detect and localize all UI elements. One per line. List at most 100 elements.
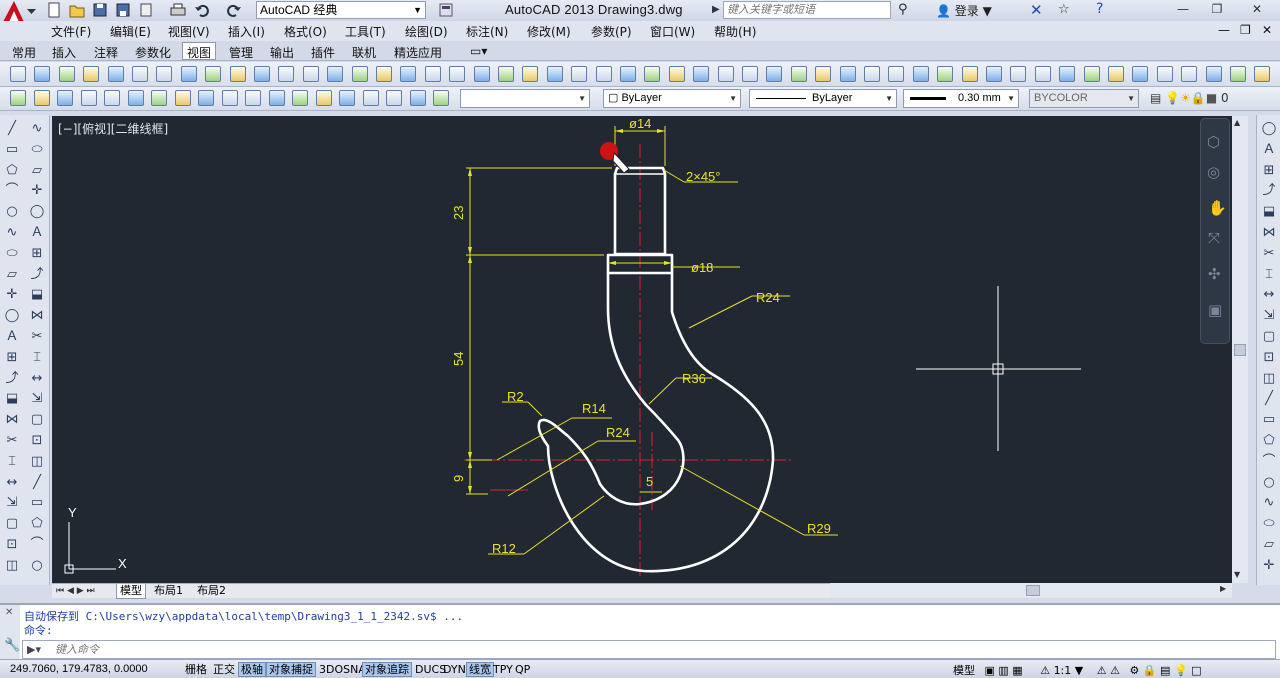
menu-insert[interactable]: 插入(I) <box>228 23 265 40</box>
zoom-tool-icon[interactable] <box>742 66 758 82</box>
modify-tool-16-icon[interactable]: ⊡ <box>29 433 45 449</box>
draw-tool-17-icon[interactable]: ⌶ <box>4 454 20 470</box>
color-dropdown[interactable]: ▢ ByLayer ▼ <box>603 89 741 108</box>
menu-format[interactable]: 格式(O) <box>284 23 327 40</box>
toggle-7[interactable]: DYN <box>440 662 469 677</box>
view-tool-icon[interactable] <box>547 66 563 82</box>
render-tool-icon[interactable] <box>596 66 612 82</box>
3d-pan-icon[interactable] <box>34 90 50 106</box>
plotstyle-dropdown[interactable]: BYCOLOR ▼ <box>1029 89 1139 108</box>
lineweight-dropdown[interactable]: 0.30 mm ▼ <box>903 89 1019 108</box>
modify-tool-19-icon[interactable]: ▭ <box>29 495 45 511</box>
3d-shade-icon[interactable] <box>363 90 379 106</box>
layer-tool-icon[interactable] <box>181 66 197 82</box>
workspace-switch-icon[interactable]: ⚙ <box>1129 664 1139 677</box>
draw-tool-1-icon[interactable]: ╱ <box>4 121 20 137</box>
pan-tool-icon[interactable] <box>34 66 50 82</box>
object-tool-icon[interactable] <box>1132 66 1148 82</box>
visual-style-tool-icon[interactable] <box>1059 66 1075 82</box>
minimize-icon[interactable]: — <box>1166 0 1200 20</box>
pan-tool-icon[interactable] <box>1010 66 1026 82</box>
zoom-tool-icon[interactable] <box>10 66 26 82</box>
horizontal-scrollbar[interactable]: ▶ <box>830 583 1232 598</box>
toggle-2[interactable]: 极轴 <box>238 662 266 677</box>
open-file-icon[interactable] <box>69 2 86 18</box>
dimension-tool-14-icon[interactable]: ╱ <box>1261 391 1277 407</box>
new-file-icon[interactable] <box>46 2 63 18</box>
tab-parametric[interactable]: 参数化 <box>135 44 171 61</box>
layer-tools[interactable]: ▤ 💡☀🔒■ 0 <box>1150 91 1229 105</box>
3d-shade-icon[interactable] <box>128 90 144 106</box>
3d-layer-icon[interactable] <box>410 90 426 106</box>
pan-tool-icon[interactable] <box>522 66 538 82</box>
3d-view-icon[interactable] <box>57 90 73 106</box>
shade-tool-icon[interactable] <box>864 66 880 82</box>
tool-tool-icon[interactable] <box>449 66 465 82</box>
modify-tool-18-icon[interactable]: ╱ <box>29 475 45 491</box>
dimension-tool-5-icon[interactable]: ⬓ <box>1261 204 1277 220</box>
toggle-5[interactable]: 对象追踪 <box>362 662 412 677</box>
modify-tool-5-icon[interactable]: ◯ <box>29 204 45 220</box>
view-cube-icon[interactable]: ⬡ <box>1207 133 1220 151</box>
tool-tool-icon[interactable] <box>693 66 709 82</box>
redo-icon[interactable] <box>226 2 243 18</box>
zoom-extents-icon[interactable]: ⤧ <box>1208 229 1220 247</box>
modify-tool-1-icon[interactable]: ∿ <box>29 121 45 137</box>
modify-tool-17-icon[interactable]: ◫ <box>29 454 45 470</box>
toggle-10[interactable]: QP <box>512 662 533 677</box>
binoculars-icon[interactable]: ⚲ <box>898 2 908 17</box>
annotation-visibility-icon[interactable]: ⚠ ⚠ <box>1097 664 1120 677</box>
modify-tool-8-icon[interactable]: ⤴ <box>29 267 45 283</box>
visual-style-tool-icon[interactable] <box>327 66 343 82</box>
menu-tools[interactable]: 工具(T) <box>345 23 386 40</box>
tab-layout1[interactable]: 布局1 <box>154 584 183 598</box>
workspace-dropdown[interactable]: AutoCAD 经典 ▼ <box>256 1 426 19</box>
ribbon-toggle-icon[interactable]: ▭▾ <box>470 44 487 58</box>
render-tool-icon[interactable] <box>352 66 368 82</box>
plot-icon[interactable] <box>170 2 187 18</box>
visual-style-dropdown[interactable]: ▼ <box>460 89 590 108</box>
dimension-tool-2-icon[interactable]: Ａ <box>1261 142 1277 158</box>
save-as-icon[interactable] <box>115 2 132 18</box>
undo-icon[interactable] <box>194 2 211 18</box>
vertical-scrollbar[interactable]: ▲ ▼ <box>1232 116 1248 583</box>
pan-icon[interactable]: ✋ <box>1208 199 1227 217</box>
light-tool-icon[interactable] <box>1206 66 1222 82</box>
close-icon[interactable]: ✕ <box>1234 0 1280 20</box>
modify-tool-9-icon[interactable]: ⬓ <box>29 287 45 303</box>
publish-icon[interactable] <box>138 2 155 18</box>
menu-dimension[interactable]: 标注(N) <box>466 23 508 40</box>
zoom-tool-icon[interactable] <box>498 66 514 82</box>
3d-visual-style-icon[interactable] <box>316 90 332 106</box>
light-tool-icon[interactable] <box>230 66 246 82</box>
modify-tool-13-icon[interactable]: ↔ <box>29 371 45 387</box>
layer-tool-icon[interactable] <box>669 66 685 82</box>
3d-tool-icon[interactable] <box>433 90 449 106</box>
tab-plugins[interactable]: 插件 <box>311 44 335 61</box>
render-tool-icon[interactable] <box>1084 66 1100 82</box>
draw-tool-2-icon[interactable]: ▭ <box>4 142 20 158</box>
help-icon[interactable]: ? <box>1096 1 1103 17</box>
menu-draw[interactable]: 绘图(D) <box>405 23 448 40</box>
dimension-tool-12-icon[interactable]: ⊡ <box>1261 350 1277 366</box>
toggle-0[interactable]: 栅格 <box>182 662 210 677</box>
draw-tool-7-icon[interactable]: ⬭ <box>4 246 20 262</box>
draw-tool-18-icon[interactable]: ↔ <box>4 475 20 491</box>
exchange-icon[interactable]: ✕ <box>1030 1 1043 19</box>
tab-nav-arrows[interactable]: ⏮ ◀ ▶ ⏭ <box>56 584 95 598</box>
draw-tool-11-icon[interactable]: Ａ <box>4 329 20 345</box>
layer-tool-icon[interactable] <box>425 66 441 82</box>
zoom-tool-icon[interactable] <box>986 66 1002 82</box>
tab-insert[interactable]: 插入 <box>52 44 76 61</box>
3d-view-icon[interactable] <box>292 90 308 106</box>
dimension-tool-22-icon[interactable]: ✛ <box>1261 558 1277 574</box>
menu-window[interactable]: 窗口(W) <box>650 23 695 40</box>
expand-icon[interactable]: ▶ <box>712 4 720 15</box>
tab-featured-apps[interactable]: 精选应用 <box>394 44 442 61</box>
3d-object-icon[interactable] <box>386 90 402 106</box>
tab-model[interactable]: 模型 <box>116 584 146 599</box>
lock-toolbar-icon[interactable]: 🔒 <box>1143 664 1157 677</box>
object-tool-icon[interactable] <box>644 66 660 82</box>
light-tool-icon[interactable] <box>718 66 734 82</box>
draw-tool-10-icon[interactable]: ◯ <box>4 308 20 324</box>
